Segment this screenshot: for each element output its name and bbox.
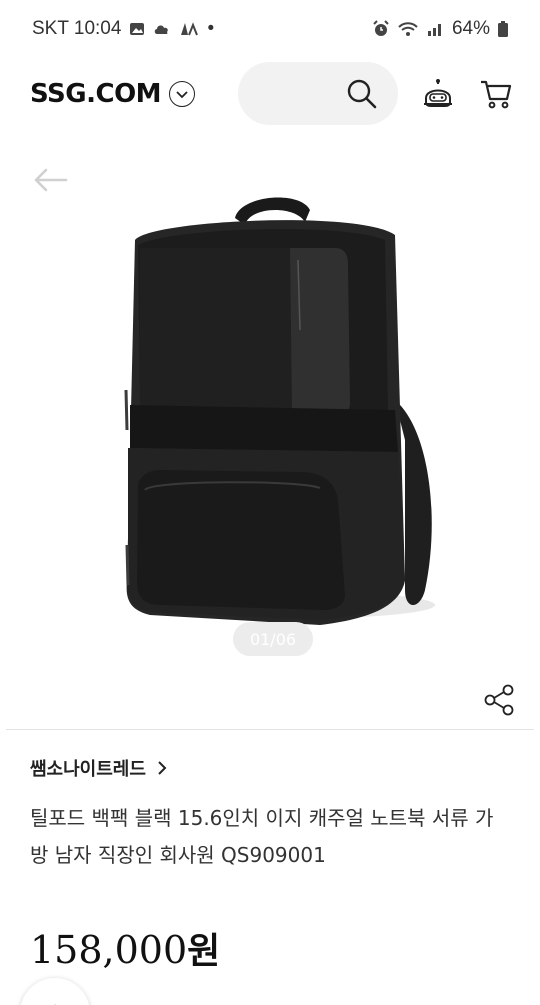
chevron-down-icon[interactable] (169, 81, 196, 107)
search-icon[interactable] (346, 78, 378, 110)
header: SSG.COM (0, 58, 540, 130)
brand-link[interactable]: 쌤소나이트레드 (30, 755, 168, 781)
cart-icon[interactable] (478, 76, 514, 112)
status-left: SKT 10:04 • (32, 18, 214, 40)
status-right: 64% (372, 18, 508, 40)
status-bar: SKT 10:04 • 64% (0, 0, 540, 58)
alarm-icon (373, 20, 389, 36)
notification-dot: • (207, 18, 215, 39)
brand-name: 쌤소나이트레드 (30, 759, 146, 780)
product-title: 틸포드 백팩 블랙 15.6인치 이지 캐주얼 노트북 서류 가방 남자 직장인… (30, 806, 494, 867)
product-price: 158,000 원 (30, 922, 220, 974)
ssg-logo[interactable]: SSG.COM (30, 79, 196, 109)
logo-text: SSG.COM (30, 79, 162, 109)
arrow-icon (54, 1004, 56, 1005)
battery-percent: 64% (451, 18, 490, 39)
signal-icon (427, 24, 441, 36)
section-divider (6, 729, 534, 730)
chatbot-icon[interactable] (420, 76, 456, 112)
cloud-icon (155, 25, 169, 34)
network-icon (181, 22, 199, 36)
battery-icon (498, 21, 508, 37)
product-gallery[interactable]: 01/06 (0, 140, 540, 716)
backpack-product-photo[interactable] (0, 140, 540, 670)
floating-action-button[interactable] (20, 978, 90, 1005)
carrier-time: SKT 10:04 (32, 18, 122, 39)
wifi-icon (398, 22, 418, 36)
chevron-right-icon (158, 761, 167, 775)
search-box[interactable] (238, 62, 398, 125)
price-unit: 원 (187, 931, 221, 972)
share-icon[interactable] (482, 683, 516, 717)
price-number: 158,000 (30, 928, 188, 972)
gallery-icon (130, 23, 145, 35)
page-indicator: 01/06 (233, 622, 313, 656)
